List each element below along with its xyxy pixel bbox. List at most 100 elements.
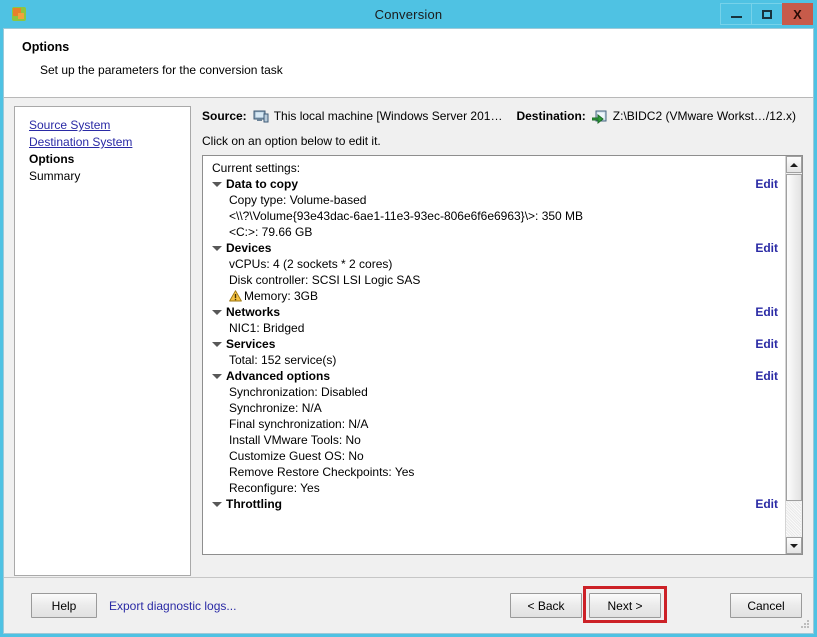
scrollbar-thumb[interactable] — [786, 174, 802, 501]
collapse-triangle-icon[interactable] — [212, 182, 222, 187]
chevron-down-icon — [790, 543, 798, 548]
settings-row-label: Throttling — [226, 497, 282, 511]
settings-row-label: vCPUs: 4 (2 sockets * 2 cores) — [229, 257, 393, 271]
edit-link[interactable]: Edit — [755, 176, 778, 192]
edit-link[interactable]: Edit — [755, 304, 778, 320]
collapse-triangle-icon[interactable] — [212, 246, 222, 251]
current-settings-list[interactable]: Current settings: Data to copy Edit Copy ty… — [202, 155, 803, 555]
settings-row-label: Advanced options — [226, 369, 331, 383]
source-destination-bar: Source: This local machine [Windows Serv… — [202, 106, 803, 126]
settings-row-label: Current settings: — [212, 161, 301, 175]
vm-export-icon — [591, 109, 608, 125]
back-button[interactable]: < Back — [510, 593, 582, 618]
settings-row-label: Services — [226, 337, 276, 351]
settings-row-label: <\\?\Volume{93e43dac-6ae1-11e3-93ec-806e… — [229, 209, 584, 223]
collapse-triangle-icon[interactable] — [212, 502, 222, 507]
settings-scrollbar[interactable] — [785, 156, 802, 554]
client-area: Options Set up the parameters for the co… — [3, 28, 814, 634]
window-title: Conversion — [374, 6, 443, 22]
settings-detail-row: Synchronize: N/A — [209, 400, 785, 416]
collapse-triangle-icon[interactable] — [212, 310, 222, 315]
scroll-up-button[interactable] — [786, 156, 802, 173]
page-subtitle: Set up the parameters for the conversion… — [40, 63, 283, 77]
settings-detail-row: Total: 152 service(s) — [209, 352, 785, 368]
edit-link[interactable]: Edit — [755, 368, 778, 384]
settings-row-label: Devices — [226, 241, 272, 255]
cancel-button[interactable]: Cancel — [730, 593, 802, 618]
settings-detail-row: Reconfigure: Yes — [209, 480, 785, 496]
edit-hint: Click on an option below to edit it. — [202, 134, 381, 148]
settings-row-label: Networks — [226, 305, 281, 319]
settings-row-label: <C:>: 79.66 GB — [229, 225, 313, 239]
settings-row-label: Final synchronization: N/A — [229, 417, 369, 431]
minimize-button[interactable] — [720, 3, 751, 25]
minimize-icon — [730, 16, 742, 18]
edit-link[interactable]: Edit — [755, 336, 778, 352]
help-button[interactable]: Help — [31, 593, 97, 618]
settings-row-label: Synchronization: Disabled — [229, 385, 368, 399]
settings-detail-row: Remove Restore Checkpoints: Yes — [209, 464, 785, 480]
destination-label: Destination: — [516, 109, 586, 123]
settings-detail-row: Disk controller: SCSI LSI Logic SAS — [209, 272, 785, 288]
settings-row-label: Memory: 3GB — [244, 289, 319, 303]
settings-group-row[interactable]: Throttling Edit — [209, 496, 785, 512]
sidebar-item-summary[interactable]: Summary — [29, 168, 190, 185]
settings-row-label: Data to copy — [226, 177, 299, 191]
settings-detail-row: vCPUs: 4 (2 sockets * 2 cores) — [209, 256, 785, 272]
edit-link[interactable]: Edit — [755, 240, 778, 256]
sidebar-item-options[interactable]: Options — [29, 151, 190, 168]
sidebar-item-destination-system[interactable]: Destination System — [29, 134, 190, 151]
chevron-up-icon — [790, 162, 798, 167]
main-body: Source System Destination System Options… — [4, 98, 813, 577]
settings-row-label: Install VMware Tools: No — [229, 433, 361, 447]
settings-row-label: Copy type: Volume-based — [229, 193, 367, 207]
settings-detail-row: <\\?\Volume{93e43dac-6ae1-11e3-93ec-806e… — [209, 208, 785, 224]
collapse-triangle-icon[interactable] — [212, 374, 222, 379]
edit-link[interactable]: Edit — [755, 496, 778, 512]
warning-icon — [229, 290, 242, 302]
settings-group-row[interactable]: Networks Edit — [209, 304, 785, 320]
settings-row-label: NIC1: Bridged — [229, 321, 305, 335]
collapse-triangle-icon[interactable] — [212, 342, 222, 347]
settings-row-label: Remove Restore Checkpoints: Yes — [229, 465, 415, 479]
close-icon: X — [793, 6, 802, 22]
conversion-window: Conversion X Options Set up the paramete… — [0, 0, 817, 637]
resize-grip[interactable] — [797, 618, 811, 632]
settings-detail-row: Copy type: Volume-based — [209, 192, 785, 208]
page-header: Options Set up the parameters for the co… — [4, 29, 813, 98]
settings-row-label: Reconfigure: Yes — [229, 481, 320, 495]
sidebar-item-source-system[interactable]: Source System — [29, 117, 190, 134]
settings-rows: Current settings: Data to copy Edit Copy ty… — [203, 156, 785, 554]
maximize-button[interactable] — [751, 3, 782, 25]
settings-group-row[interactable]: Data to copy Edit — [209, 176, 785, 192]
options-content: Source: This local machine [Windows Serv… — [191, 106, 803, 577]
source-label: Source: — [202, 109, 247, 123]
settings-detail-row: <C:>: 79.66 GB — [209, 224, 785, 240]
close-button[interactable]: X — [782, 3, 813, 25]
settings-detail-row: Final synchronization: N/A — [209, 416, 785, 432]
destination-value: Z:\BIDC2 (VMware Workst…/12.x) — [612, 109, 796, 123]
settings-group-row[interactable]: Services Edit — [209, 336, 785, 352]
settings-group-row[interactable]: Advanced options Edit — [209, 368, 785, 384]
settings-detail-row: Install VMware Tools: No — [209, 432, 785, 448]
scrollbar-track[interactable] — [786, 502, 801, 536]
settings-detail-row: Customize Guest OS: No — [209, 448, 785, 464]
computer-icon — [253, 109, 269, 125]
settings-row-label: Customize Guest OS: No — [229, 449, 364, 463]
maximize-icon — [762, 9, 772, 19]
export-diagnostic-logs-link[interactable]: Export diagnostic logs... — [109, 599, 236, 613]
wizard-steps-sidebar: Source System Destination System Options… — [14, 106, 191, 576]
title-bar: Conversion X — [0, 0, 817, 28]
settings-row-label: Total: 152 service(s) — [229, 353, 337, 367]
settings-row-label: Disk controller: SCSI LSI Logic SAS — [229, 273, 421, 287]
next-button[interactable]: Next > — [589, 593, 661, 618]
settings-detail-row: Current settings: — [209, 160, 785, 176]
settings-detail-row: Memory: 3GB — [209, 288, 785, 304]
source-value: This local machine [Windows Server 201… — [273, 109, 503, 123]
dialog-footer: Help Export diagnostic logs... < Back Ne… — [4, 577, 813, 633]
settings-detail-row: NIC1: Bridged — [209, 320, 785, 336]
scroll-down-button[interactable] — [786, 537, 802, 554]
settings-group-row[interactable]: Devices Edit — [209, 240, 785, 256]
settings-detail-row: Synchronization: Disabled — [209, 384, 785, 400]
page-title: Options — [22, 40, 70, 54]
